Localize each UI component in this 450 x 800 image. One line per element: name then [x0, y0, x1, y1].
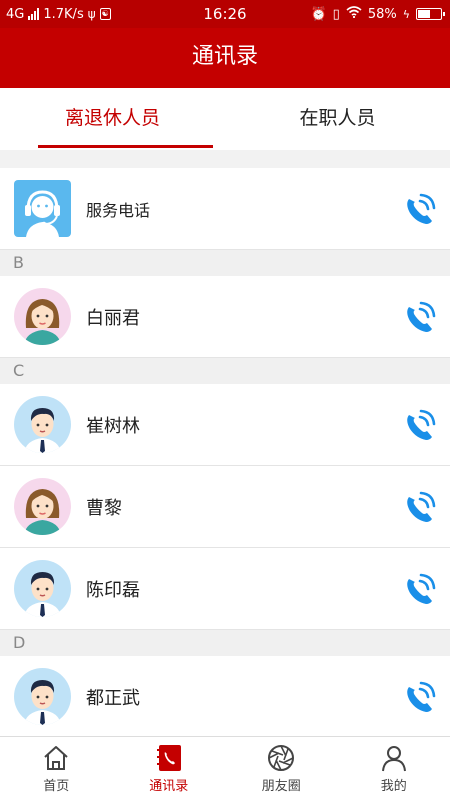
female-avatar-icon [14, 288, 71, 345]
contact-name: 曹黎 [86, 497, 122, 519]
section-header-b: B [0, 250, 450, 276]
service-phone-row[interactable]: 服务电话 [0, 168, 450, 250]
aperture-icon [266, 743, 296, 773]
contact-name: 陈印磊 [86, 579, 140, 601]
app-screen: 4G 1.7K/s ψ ☯ 16:26 ⏰ ▯ 58% ϟ 通讯录 离退休人员 … [0, 0, 450, 800]
notification-icon: ☯ [99, 8, 111, 20]
customer-service-icon [14, 180, 71, 237]
male-avatar-icon [14, 396, 71, 453]
service-phone-label: 服务电话 [86, 200, 151, 220]
female-avatar-icon [14, 478, 71, 535]
contacts-icon [154, 743, 184, 773]
tab-employed[interactable]: 在职人员 [225, 88, 450, 150]
section-header-c: C [0, 358, 450, 384]
section-header-d: D [0, 630, 450, 656]
tab-bar: 离退休人员 在职人员 [0, 88, 450, 150]
tab-retired[interactable]: 离退休人员 [0, 88, 225, 150]
status-left: 4G 1.7K/s ψ ☯ [6, 0, 111, 28]
phone-call-icon[interactable] [400, 299, 438, 337]
nav-mine-label: 我的 [380, 779, 407, 794]
contact-row[interactable]: 陈印磊 [0, 548, 450, 630]
male-avatar-icon [14, 560, 71, 617]
phone-call-icon[interactable] [400, 679, 438, 717]
contact-row[interactable]: 崔树林 [0, 384, 450, 466]
signal-icon [28, 8, 40, 20]
nav-home-label: 首页 [43, 779, 70, 794]
speed-label: 1.7K/s [43, 6, 84, 22]
network-label: 4G [6, 6, 25, 22]
nav-home[interactable]: 首页 [0, 737, 113, 800]
user-icon [379, 743, 409, 773]
nav-contacts[interactable]: 通讯录 [113, 737, 226, 800]
contact-name: 崔树林 [86, 415, 140, 437]
alarm-icon: ⏰ [310, 6, 327, 22]
nav-moments[interactable]: 朋友圈 [225, 737, 338, 800]
section-c: C 崔树林 曹黎 陈印磊 [0, 358, 450, 630]
contact-list: 服务电话 B 白丽君 C 崔树林 曹黎 陈印磊 D 都正武 [0, 168, 450, 738]
phone-call-icon[interactable] [400, 191, 438, 229]
contact-name: 白丽君 [86, 307, 140, 329]
battery-icon [416, 8, 445, 20]
nav-moments-label: 朋友圈 [261, 779, 301, 794]
phone-call-icon[interactable] [400, 571, 438, 609]
charging-icon: ϟ [402, 7, 410, 21]
status-right: ⏰ ▯ 58% ϟ [310, 0, 445, 28]
vibrate-icon: ▯ [332, 6, 340, 22]
nav-contacts-label: 通讯录 [149, 779, 189, 794]
section-d: D 都正武 [0, 630, 450, 738]
contact-row[interactable]: 都正武 [0, 656, 450, 738]
bottom-nav: 首页 通讯录 朋友圈 我的 [0, 736, 450, 800]
contact-name: 都正武 [86, 687, 140, 709]
phone-call-icon[interactable] [400, 407, 438, 445]
page-title: 通讯录 [0, 28, 450, 88]
status-bar: 4G 1.7K/s ψ ☯ 16:26 ⏰ ▯ 58% ϟ [0, 0, 450, 28]
nav-mine[interactable]: 我的 [338, 737, 450, 800]
contact-row[interactable]: 曹黎 [0, 466, 450, 548]
usb-icon: ψ [87, 7, 96, 21]
phone-call-icon[interactable] [400, 489, 438, 527]
male-avatar-icon [14, 668, 71, 725]
wifi-icon [346, 6, 362, 22]
section-b: B 白丽君 [0, 250, 450, 358]
battery-percent: 58% [367, 6, 397, 22]
contact-row[interactable]: 白丽君 [0, 276, 450, 358]
home-icon [41, 743, 71, 773]
